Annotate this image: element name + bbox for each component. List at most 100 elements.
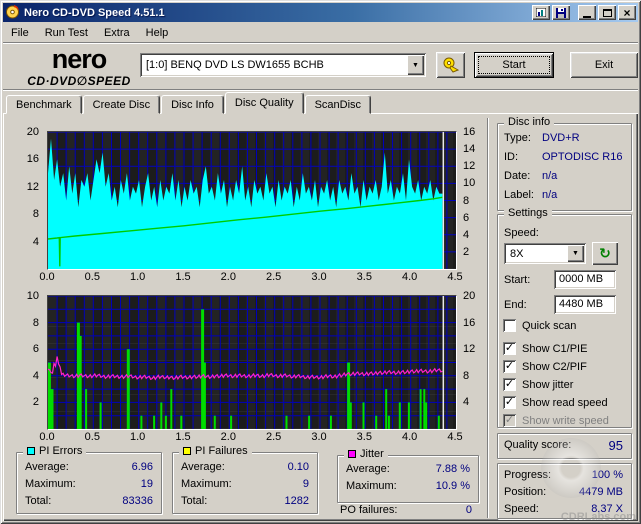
drive-dropdown-button[interactable]: ▼ [407, 55, 424, 75]
checkbox-icon: ✓ [503, 342, 516, 355]
close-icon: × [623, 5, 631, 20]
po-failures-row: PO failures: 0 [340, 504, 472, 516]
show-c2-pif-checkbox[interactable]: ✓ Show C2/PIF [503, 360, 587, 373]
app-icon [5, 4, 20, 22]
cdvd-speed-logo-text: CD·DVD∅SPEED [27, 74, 131, 88]
progress-label: Progress: [504, 469, 552, 481]
progress-value: 100 % [591, 469, 623, 481]
drive-selector[interactable]: [1:0] BENQ DVD LS DW1655 BCHB ▼ [140, 53, 426, 77]
pi-errors-group: PI Errors Average: 6.96 Maximum: 19 Total:… [16, 445, 162, 514]
stat-label: Total: [25, 495, 52, 507]
stat-label: Total: [181, 495, 208, 507]
stat-value: 0.10 [287, 461, 309, 473]
vertical-divider [487, 118, 489, 518]
pif-chart-x-axis: 0.0 0.5 1.0 1.5 2.0 2.5 3.0 3.5 4.0 4.5 [39, 431, 463, 443]
drive-options-button[interactable] [436, 52, 465, 78]
pif-chart-left-axis: 2 4 6 8 10 [26, 290, 39, 409]
speed-dropdown-button[interactable]: ▼ [567, 245, 584, 262]
stat-value: 9 [302, 478, 309, 490]
pi-failures-legend-swatch [183, 447, 191, 455]
title-bar[interactable]: Nero CD-DVD Speed 4.51.1 × [3, 3, 638, 22]
nero-logo-text: nero [51, 44, 108, 74]
start-position-field[interactable]: 0000 MB [554, 270, 616, 289]
bar-chart-icon [536, 8, 546, 17]
checkbox-icon: ✓ [503, 414, 516, 427]
speed-label: Speed: [504, 227, 539, 239]
menu-extra[interactable]: Extra [96, 25, 138, 41]
stat-value: 7.88 % [435, 463, 470, 475]
jitter-legend-swatch [348, 450, 356, 458]
tab-benchmark[interactable]: Benchmark [6, 95, 82, 114]
start-button[interactable]: Start [474, 52, 554, 78]
checkbox-icon [503, 319, 516, 332]
show-c1-pie-checkbox[interactable]: ✓ Show C1/PIE [503, 342, 587, 355]
disc-type-value: DVD+R [542, 132, 580, 144]
hand-disc-icon [443, 57, 460, 73]
start-position-label: Start: [504, 274, 531, 286]
quick-scan-checkbox[interactable]: Quick scan [503, 319, 576, 332]
speed-select-value: 8X [510, 247, 524, 260]
stat-value: 83336 [122, 495, 153, 507]
stat-label: Maximum: [25, 478, 76, 490]
tab-scandisc[interactable]: ScanDisc [304, 95, 372, 114]
po-failures-label: PO failures: [340, 504, 398, 516]
stat-label: Average: [25, 461, 69, 473]
pie-chart-right-axis: 2 4 6 8 10 12 14 16 [463, 126, 476, 258]
end-position-label: End: [504, 299, 527, 311]
nero-logo: nero CD·DVD∅SPEED [14, 44, 144, 88]
checkbox-icon: ✓ [503, 378, 516, 391]
jitter-group: Jitter Average: 7.88 % Maximum: 10.9 % [337, 448, 479, 503]
pi-errors-legend-swatch [27, 447, 35, 455]
stat-label: Average: [181, 461, 225, 473]
tab-create-disc[interactable]: Create Disc [82, 95, 161, 114]
minimize-button[interactable] [578, 5, 596, 20]
pif-chart-plot [47, 295, 457, 430]
quality-score-group: Quality score: 95 [497, 433, 632, 459]
stat-label: Maximum: [346, 480, 397, 492]
checkbox-icon: ✓ [503, 360, 516, 373]
stat-value: 1282 [284, 495, 309, 507]
maximize-icon [602, 8, 612, 17]
show-write-speed-checkbox: ✓ Show write speed [503, 414, 609, 427]
floppy-disk-icon [556, 7, 566, 18]
drive-selector-value: [1:0] BENQ DVD LS DW1655 BCHB [146, 59, 324, 71]
stat-label: Maximum: [181, 478, 232, 490]
save-button[interactable] [552, 5, 570, 20]
position-label: Position: [504, 486, 547, 498]
settings-title: Settings [504, 207, 552, 219]
checkbox-icon: ✓ [503, 396, 516, 409]
graph-view-button[interactable] [532, 5, 550, 20]
tab-strip: Benchmark Create Disc Disc Info Disc Qua… [6, 92, 372, 114]
refresh-icon: ↻ [599, 245, 611, 261]
stat-value: 19 [140, 478, 153, 490]
show-read-speed-checkbox[interactable]: ✓ Show read speed [503, 396, 608, 409]
chevron-down-icon: ▼ [572, 250, 579, 257]
disc-date-label: Date: [504, 170, 531, 182]
stat-label: Average: [346, 463, 390, 475]
show-jitter-checkbox[interactable]: ✓ Show jitter [503, 378, 573, 391]
close-button[interactable]: × [618, 5, 636, 20]
position-value: 4479 MB [578, 486, 623, 498]
disc-label-label: Label: [504, 189, 534, 201]
chevron-down-icon: ▼ [412, 61, 419, 69]
pie-chart-left-axis: 4 8 12 16 20 [26, 126, 39, 248]
menu-run-test[interactable]: Run Test [37, 25, 96, 41]
watermark: CDRLabs.com [560, 511, 636, 523]
end-position-field[interactable]: 4480 MB [554, 295, 616, 314]
disc-label-value: n/a [542, 189, 558, 201]
po-failures-value: 0 [465, 504, 472, 516]
refresh-speeds-button[interactable]: ↻ [592, 242, 618, 265]
app-window: Nero CD-DVD Speed 4.51.1 × File Run Test… [0, 0, 641, 524]
menu-file[interactable]: File [3, 25, 37, 41]
speed-select[interactable]: 8X ▼ [504, 243, 586, 264]
tab-disc-info[interactable]: Disc Info [161, 95, 224, 114]
pi-errors-group-title: PI Errors [39, 445, 83, 457]
stat-value: 10.9 % [435, 480, 470, 492]
menu-help[interactable]: Help [138, 25, 177, 41]
minimize-icon [583, 15, 591, 18]
maximize-button[interactable] [598, 5, 616, 20]
exit-button[interactable]: Exit [570, 52, 638, 78]
disc-id-value: OPTODISC R16 [542, 151, 623, 163]
tab-disc-quality[interactable]: Disc Quality [224, 92, 304, 114]
pie-chart-x-axis: 0.0 0.5 1.0 1.5 2.0 2.5 3.0 3.5 4.0 4.5 [39, 271, 463, 283]
